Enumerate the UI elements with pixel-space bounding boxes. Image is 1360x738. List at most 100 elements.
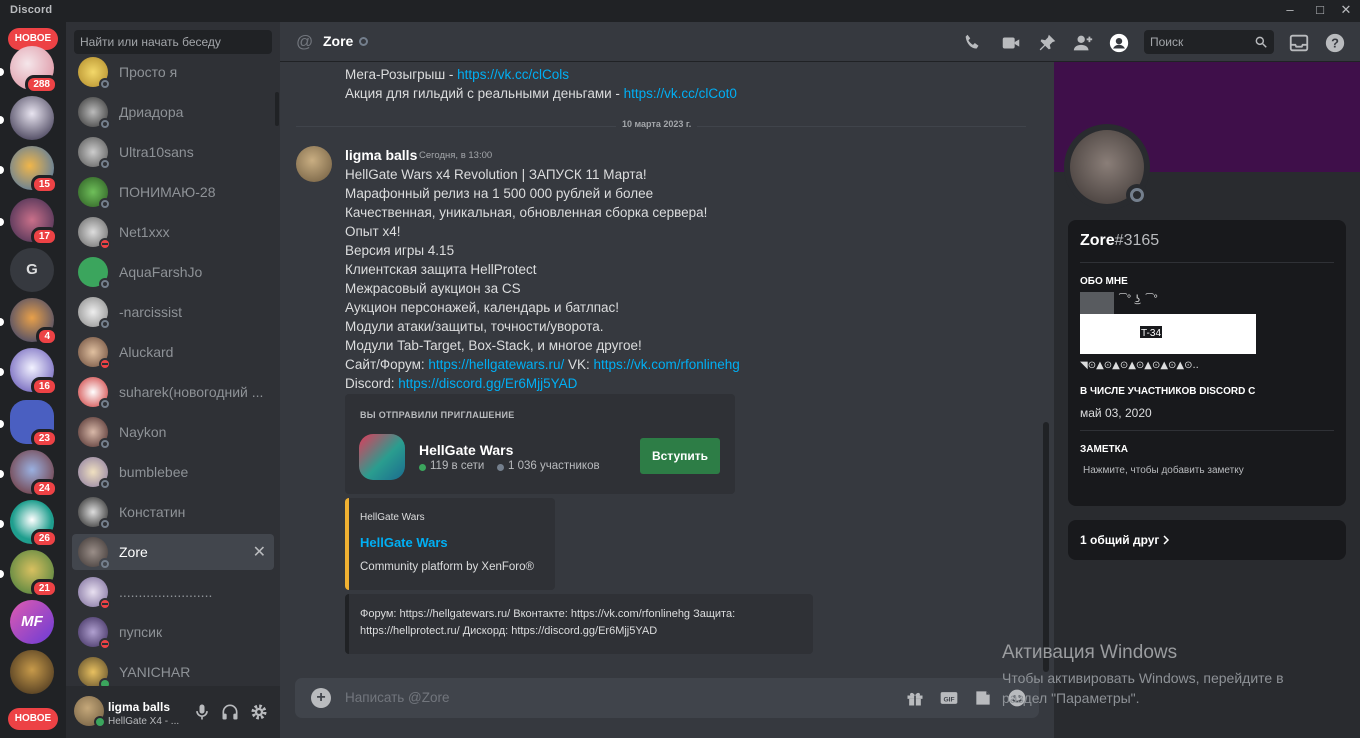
dm-item[interactable]: suharek(новогодний ... <box>72 374 274 410</box>
dm-name: -narcissist <box>119 304 183 320</box>
gif-icon[interactable]: GIF <box>939 688 959 708</box>
headphones-icon[interactable] <box>220 702 240 722</box>
status-online-icon <box>94 716 106 728</box>
dm-item[interactable]: YANICHAR <box>72 654 274 686</box>
status-offline-icon <box>99 318 111 330</box>
avatar[interactable] <box>296 146 332 182</box>
dm-search-input[interactable]: Найти или начать беседу <box>74 30 272 54</box>
message-text: Модули атаки/защиты, точности/уворота. <box>345 319 604 334</box>
status-dnd-icon <box>99 358 111 370</box>
dm-item[interactable]: bumblebee <box>72 454 274 490</box>
dm-item[interactable]: пупсик <box>72 614 274 650</box>
mutual-friends-button[interactable]: 1 общий друг <box>1068 520 1346 560</box>
unread-pill <box>0 166 4 174</box>
profile-avatar[interactable] <box>1064 124 1150 210</box>
gear-icon[interactable] <box>249 702 269 722</box>
voice-call-icon[interactable] <box>962 32 984 54</box>
dm-item[interactable]: Aluckard <box>72 334 274 370</box>
minimize-icon[interactable]: – <box>1276 0 1304 22</box>
message-author[interactable]: ligma balls <box>345 147 417 163</box>
dm-scrollbar[interactable] <box>275 92 279 126</box>
dm-item[interactable]: Net1xxx <box>72 214 274 250</box>
message-link[interactable]: https://vk.cc/clCols <box>457 67 569 82</box>
server-icon[interactable] <box>10 96 54 140</box>
online-dot-icon <box>419 464 426 471</box>
server-icon[interactable]: 24 <box>10 450 58 498</box>
dm-item[interactable]: Просто я <box>72 56 274 90</box>
mention-badge: 4 <box>36 327 58 346</box>
help-icon[interactable]: ? <box>1324 32 1346 54</box>
inbox-icon[interactable] <box>1288 32 1310 54</box>
user-status: HellGate X4 - ... <box>108 716 180 727</box>
new-unreads-badge-bottom[interactable]: НОВОЕ <box>8 708 58 730</box>
server-icon[interactable]: 17 <box>10 198 58 246</box>
watermark-line: Чтобы активировать Windows, перейдите в <box>1002 670 1284 686</box>
sticker-icon[interactable] <box>973 688 993 708</box>
message-link[interactable]: https://vk.com/rfonlinehg <box>594 357 740 372</box>
embed-description: Community platform by XenForo® <box>360 561 535 573</box>
windows-activation-watermark: Активация Windows Чтобы активировать Win… <box>1002 642 1284 708</box>
header-search-input[interactable]: Поиск <box>1144 30 1274 54</box>
add-friend-icon[interactable] <box>1072 32 1094 54</box>
svg-text:?: ? <box>1331 36 1339 51</box>
member-since-date: май 03, 2020 <box>1080 406 1152 420</box>
close-window-icon[interactable]: ✕ <box>1332 0 1360 22</box>
note-input[interactable]: Нажмите, чтобы добавить заметку <box>1083 465 1244 476</box>
profile-card: Zore#3165 ОБО МНЕ ͡° ͜ʖ ͡° T-34 ◥⊙▲⊙▲⊙▲⊙… <box>1068 220 1346 506</box>
dm-item[interactable]: Ultra10sans <box>72 134 274 170</box>
server-rail: НОВОЕ 288 15 17 G 4 16 23 24 26 21 MF НО… <box>0 22 66 738</box>
message-link[interactable]: https://discord.gg/Er6Mjj5YAD <box>398 376 577 391</box>
message-link[interactable]: https://vk.cc/clCot0 <box>624 86 737 101</box>
about-heading: ОБО МНЕ <box>1080 276 1128 287</box>
chat-header: @ Zore Поиск ? <box>280 22 1360 62</box>
watermark-line: раздел "Параметры". <box>1002 690 1140 706</box>
message-link[interactable]: https://hellgatewars.ru/ <box>428 357 564 372</box>
dm-item[interactable]: Naykon <box>72 414 274 450</box>
dm-item[interactable]: AquaFarshJo <box>72 254 274 290</box>
chat-scrollbar[interactable] <box>1043 422 1049 672</box>
unread-pill <box>0 368 4 376</box>
pin-icon[interactable] <box>1036 32 1058 54</box>
status-offline-icon <box>99 118 111 130</box>
server-icon[interactable]: 288 <box>10 46 58 94</box>
server-icon[interactable] <box>10 650 54 694</box>
profile-username[interactable]: Zore#3165 <box>1080 232 1159 250</box>
server-icon[interactable]: 26 <box>10 500 58 548</box>
about-ascii-art: ͡° ͜ʖ ͡° T-34 ◥⊙▲⊙▲⊙▲⊙▲⊙▲⊙▲⊙.. <box>1080 292 1256 371</box>
dm-item[interactable]: -narcissist <box>72 294 274 330</box>
join-button[interactable]: Вступить <box>640 438 720 474</box>
close-dm-icon[interactable]: ✕ <box>253 542 266 562</box>
attach-plus-icon[interactable]: + <box>311 688 331 708</box>
maximize-icon[interactable]: □ <box>1306 0 1334 22</box>
gift-icon[interactable] <box>905 688 925 708</box>
dm-name: ........................ <box>119 584 213 600</box>
server-icon-mf[interactable]: MF <box>10 600 54 644</box>
server-icon[interactable]: 21 <box>10 550 58 598</box>
server-icon[interactable]: 15 <box>10 146 58 194</box>
embed-title-link[interactable]: HellGate Wars <box>360 535 448 550</box>
video-call-icon[interactable] <box>1000 32 1022 54</box>
dm-list: Просто я Дриадора Ultra10sans ПОНИМАЮ-28… <box>66 56 280 686</box>
status-offline-icon <box>99 278 111 290</box>
guild-icon[interactable] <box>359 434 405 480</box>
user-panel: ligma balls HellGate X4 - ... <box>66 686 280 738</box>
app-brand: Discord <box>10 4 53 16</box>
server-icon[interactable]: 4 <box>10 298 58 346</box>
user-profile-icon[interactable] <box>1108 32 1130 54</box>
status-offline-icon <box>99 478 111 490</box>
server-icon[interactable]: 16 <box>10 348 58 396</box>
message-text: Мега-Розыгрыш - https://vk.cc/clCols <box>345 67 569 82</box>
status-online-icon <box>99 678 111 686</box>
status-offline-icon <box>99 438 111 450</box>
dm-item-active[interactable]: Zore ✕ <box>72 534 274 570</box>
server-icon-g[interactable]: G <box>10 248 54 292</box>
dm-item[interactable]: Дриадора <box>72 94 274 130</box>
microphone-icon[interactable] <box>192 702 212 722</box>
dm-item[interactable]: ........................ <box>72 574 274 610</box>
dm-item[interactable]: ПОНИМАЮ-28 <box>72 174 274 210</box>
dm-item[interactable]: Констатин <box>72 494 274 530</box>
dm-name: Aluckard <box>119 344 174 360</box>
unread-pill <box>0 218 4 226</box>
server-icon[interactable]: 23 <box>10 400 58 448</box>
message-composer[interactable]: + Написать @Zore GIF <box>295 678 1039 718</box>
